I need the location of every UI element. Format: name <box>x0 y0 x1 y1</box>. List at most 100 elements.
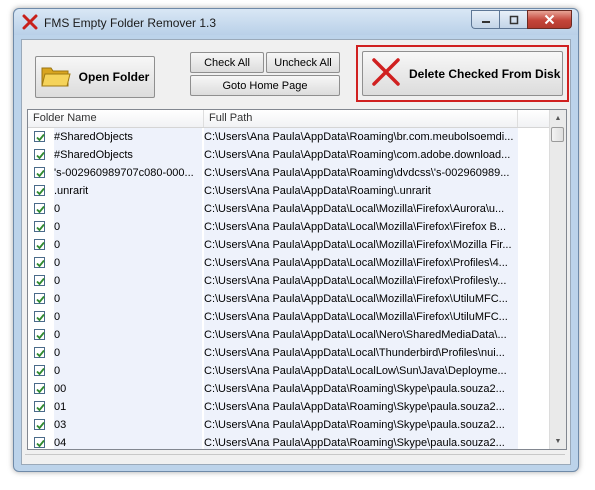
row-checkbox[interactable] <box>34 185 45 196</box>
list-item[interactable]: 04 C:\Users\Ana Paula\AppData\Roaming\Sky… <box>28 434 550 449</box>
full-path-cell: C:\Users\Ana Paula\AppData\Local\Mozilla… <box>204 236 518 254</box>
checkmark-icon <box>36 241 45 250</box>
red-x-icon <box>22 14 38 30</box>
list-item[interactable]: 's-002960989707c080-000... C:\Users\Ana P… <box>28 164 550 182</box>
list-rows: #SharedObjects C:\Users\Ana Paula\AppData… <box>28 128 550 449</box>
checkmark-icon <box>36 421 45 430</box>
full-path-cell: C:\Users\Ana Paula\AppData\Local\Mozilla… <box>204 254 518 272</box>
folder-name-cell: #SharedObjects <box>54 128 202 146</box>
full-path-cell: C:\Users\Ana Paula\AppData\Local\Mozilla… <box>204 308 518 326</box>
full-path-cell: C:\Users\Ana Paula\AppData\Local\Mozilla… <box>204 272 518 290</box>
checkmark-icon <box>36 259 45 268</box>
list-item[interactable]: 00 C:\Users\Ana Paula\AppData\Roaming\Sky… <box>28 380 550 398</box>
checkmark-icon <box>36 223 45 232</box>
maximize-button[interactable] <box>499 10 527 29</box>
close-button[interactable] <box>527 10 572 29</box>
full-path-cell: C:\Users\Ana Paula\AppData\Roaming\.unra… <box>204 182 518 200</box>
folder-name-cell: 00 <box>54 380 202 398</box>
row-checkbox[interactable] <box>34 383 45 394</box>
checkmark-icon <box>36 403 45 412</box>
folder-icon <box>41 64 71 91</box>
list-item[interactable]: 0 C:\Users\Ana Paula\AppData\Local\Mozill… <box>28 236 550 254</box>
list-item[interactable]: 0 C:\Users\Ana Paula\AppData\Local\Mozill… <box>28 218 550 236</box>
list-item[interactable]: #SharedObjects C:\Users\Ana Paula\AppData… <box>28 146 550 164</box>
full-path-cell: C:\Users\Ana Paula\AppData\Roaming\dvdcs… <box>204 164 518 182</box>
checkmark-icon <box>36 187 45 196</box>
folder-name-cell: 01 <box>54 398 202 416</box>
scroll-thumb[interactable] <box>551 127 564 142</box>
list-item[interactable]: 0 C:\Users\Ana Paula\AppData\Local\Thunde… <box>28 344 550 362</box>
checkmark-icon <box>36 385 45 394</box>
checkmark-icon <box>36 133 45 142</box>
delete-checked-label: Delete Checked From Disk <box>409 66 561 81</box>
list-item[interactable]: 0 C:\Users\Ana Paula\AppData\Local\Mozill… <box>28 290 550 308</box>
uncheck-all-button[interactable]: Uncheck All <box>266 52 340 73</box>
list-item[interactable]: 0 C:\Users\Ana Paula\AppData\Local\Mozill… <box>28 254 550 272</box>
full-path-cell: C:\Users\Ana Paula\AppData\Local\Mozilla… <box>204 218 518 236</box>
list-item[interactable]: 0 C:\Users\Ana Paula\AppData\LocalLow\Sun… <box>28 362 550 380</box>
row-checkbox[interactable] <box>34 311 45 322</box>
folder-list[interactable]: Folder Name Full Path #SharedObjects C:\U… <box>27 109 567 450</box>
row-checkbox[interactable] <box>34 401 45 412</box>
folder-name-cell: 's-002960989707c080-000... <box>54 164 202 182</box>
row-checkbox[interactable] <box>34 167 45 178</box>
list-item[interactable]: .unrarit C:\Users\Ana Paula\AppData\Roami… <box>28 182 550 200</box>
list-item[interactable]: 0 C:\Users\Ana Paula\AppData\Local\Mozill… <box>28 272 550 290</box>
open-folder-button[interactable]: Open Folder <box>35 56 155 98</box>
folder-name-cell: 0 <box>54 326 202 344</box>
list-item[interactable]: #SharedObjects C:\Users\Ana Paula\AppData… <box>28 128 550 146</box>
row-checkbox[interactable] <box>34 329 45 340</box>
row-checkbox[interactable] <box>34 257 45 268</box>
checkmark-icon <box>36 205 45 214</box>
row-checkbox[interactable] <box>34 221 45 232</box>
open-folder-label: Open Folder <box>78 70 150 84</box>
checkmark-icon <box>36 367 45 376</box>
full-path-cell: C:\Users\Ana Paula\AppData\Roaming\Skype… <box>204 434 518 449</box>
folder-name-cell: 0 <box>54 344 202 362</box>
title-bar[interactable]: FMS Empty Folder Remover 1.3 <box>14 9 578 35</box>
minimize-button[interactable] <box>471 10 499 29</box>
folder-name-cell: 04 <box>54 434 202 449</box>
delete-checked-button[interactable]: Delete Checked From Disk <box>362 51 563 96</box>
column-header-folder-name[interactable]: Folder Name <box>28 110 204 127</box>
check-all-button[interactable]: Check All <box>190 52 264 73</box>
checkmark-icon <box>36 169 45 178</box>
row-checkbox[interactable] <box>34 131 45 142</box>
full-path-cell: C:\Users\Ana Paula\AppData\Roaming\Skype… <box>204 416 518 434</box>
folder-name-cell: 03 <box>54 416 202 434</box>
list-item[interactable]: 0 C:\Users\Ana Paula\AppData\Local\Nero\S… <box>28 326 550 344</box>
column-header-full-path[interactable]: Full Path <box>204 110 518 127</box>
minimize-icon <box>481 20 490 23</box>
folder-name-cell: 0 <box>54 308 202 326</box>
row-checkbox[interactable] <box>34 293 45 304</box>
row-checkbox[interactable] <box>34 239 45 250</box>
scroll-up-icon[interactable]: ▲ <box>550 110 566 126</box>
checkmark-icon <box>36 277 45 286</box>
list-item[interactable]: 03 C:\Users\Ana Paula\AppData\Roaming\Sky… <box>28 416 550 434</box>
folder-name-cell: 0 <box>54 272 202 290</box>
row-checkbox[interactable] <box>34 347 45 358</box>
row-checkbox[interactable] <box>34 437 45 448</box>
list-item[interactable]: 01 C:\Users\Ana Paula\AppData\Roaming\Sky… <box>28 398 550 416</box>
goto-home-page-button[interactable]: Goto Home Page <box>190 75 340 96</box>
full-path-cell: C:\Users\Ana Paula\AppData\Roaming\Skype… <box>204 380 518 398</box>
row-checkbox[interactable] <box>34 419 45 430</box>
row-checkbox[interactable] <box>34 149 45 160</box>
full-path-cell: C:\Users\Ana Paula\AppData\Roaming\Skype… <box>204 398 518 416</box>
full-path-cell: C:\Users\Ana Paula\AppData\LocalLow\Sun\… <box>204 362 518 380</box>
maximize-icon <box>509 15 518 24</box>
list-item[interactable]: 0 C:\Users\Ana Paula\AppData\Local\Mozill… <box>28 308 550 326</box>
row-checkbox[interactable] <box>34 275 45 286</box>
checkmark-icon <box>36 439 45 448</box>
scroll-down-icon[interactable]: ▼ <box>550 433 566 449</box>
folder-name-cell: 0 <box>54 218 202 236</box>
window-title: FMS Empty Folder Remover 1.3 <box>44 16 217 30</box>
list-item[interactable]: 0 C:\Users\Ana Paula\AppData\Local\Mozill… <box>28 200 550 218</box>
full-path-cell: C:\Users\Ana Paula\AppData\Local\Nero\Sh… <box>204 326 518 344</box>
row-checkbox[interactable] <box>34 365 45 376</box>
vertical-scrollbar[interactable]: ▲ ▼ <box>549 110 566 449</box>
folder-name-cell: #SharedObjects <box>54 146 202 164</box>
client-area: Open Folder Check All Uncheck All Goto H… <box>21 39 571 465</box>
row-checkbox[interactable] <box>34 203 45 214</box>
uncheck-all-label: Uncheck All <box>274 56 332 69</box>
